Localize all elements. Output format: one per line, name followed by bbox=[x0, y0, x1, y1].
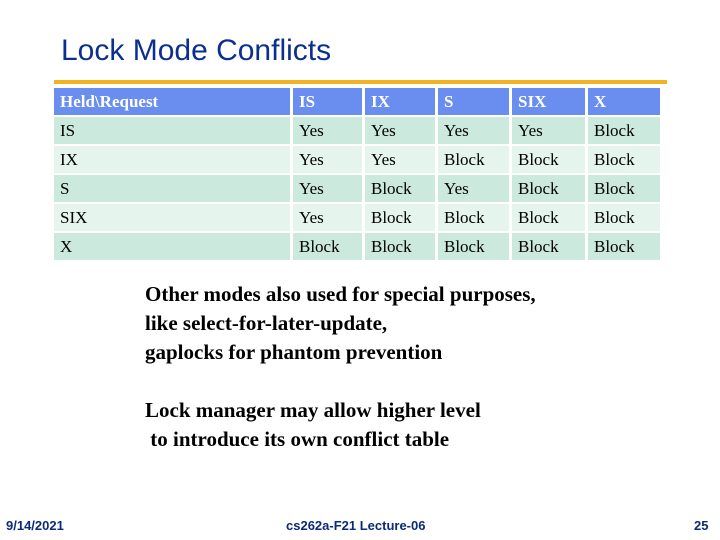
footer-date: 9/14/2021 bbox=[6, 518, 64, 533]
row-label-cell: S bbox=[54, 175, 290, 202]
table-cell: Block bbox=[512, 175, 585, 202]
title-underline-rule bbox=[54, 80, 667, 84]
footer-page-number: 25 bbox=[694, 518, 709, 533]
table-row: IS Yes Yes Yes Yes Block bbox=[54, 117, 660, 144]
table-cell: Block bbox=[438, 233, 509, 260]
table-cell: Block bbox=[512, 204, 585, 231]
table-cell: Block bbox=[512, 233, 585, 260]
header-cell: SIX bbox=[512, 88, 585, 115]
row-label-cell: X bbox=[54, 233, 290, 260]
table-cell: Block bbox=[588, 117, 660, 144]
row-label-cell: IS bbox=[54, 117, 290, 144]
table-cell: Yes bbox=[438, 175, 509, 202]
table-cell: Yes bbox=[438, 117, 509, 144]
table-header-row: Held\Request IS IX S SIX X bbox=[54, 88, 660, 115]
table-cell: Yes bbox=[293, 117, 362, 144]
table-cell: Yes bbox=[512, 117, 585, 144]
row-label-cell: IX bbox=[54, 146, 290, 173]
table-cell: Yes bbox=[365, 146, 435, 173]
table-cell: Block bbox=[588, 146, 660, 173]
row-label-cell: SIX bbox=[54, 204, 290, 231]
header-cell: Held\Request bbox=[54, 88, 290, 115]
footer-course-label: cs262a-F21 Lecture-06 bbox=[286, 518, 426, 533]
table-cell: Block bbox=[438, 146, 509, 173]
note-line: gaplocks for phantom prevention bbox=[145, 340, 443, 364]
header-cell: IS bbox=[293, 88, 362, 115]
note-line: Other modes also used for special purpos… bbox=[145, 282, 536, 306]
table-cell: Block bbox=[365, 233, 435, 260]
note-line: like select-for-later-update, bbox=[145, 311, 388, 335]
table-row: S Yes Block Yes Block Block bbox=[54, 175, 660, 202]
slide-title: Lock Mode Conflicts bbox=[61, 34, 332, 67]
header-cell: IX bbox=[365, 88, 435, 115]
table-cell: Yes bbox=[365, 117, 435, 144]
lock-conflict-table: Held\Request IS IX S SIX X IS Yes Yes Ye… bbox=[51, 86, 663, 262]
table-cell: Yes bbox=[293, 146, 362, 173]
table-row: IX Yes Yes Block Block Block bbox=[54, 146, 660, 173]
table-cell: Block bbox=[588, 204, 660, 231]
table-cell: Block bbox=[588, 175, 660, 202]
table-cell: Block bbox=[365, 175, 435, 202]
note-line: to introduce its own conflict table bbox=[145, 427, 450, 451]
header-cell: X bbox=[588, 88, 660, 115]
header-cell: S bbox=[438, 88, 509, 115]
table-row: SIX Yes Block Block Block Block bbox=[54, 204, 660, 231]
table-cell: Block bbox=[588, 233, 660, 260]
table-cell: Block bbox=[512, 146, 585, 173]
table-cell: Yes bbox=[293, 175, 362, 202]
table-cell: Block bbox=[365, 204, 435, 231]
table-cell: Block bbox=[293, 233, 362, 260]
table-cell: Yes bbox=[293, 204, 362, 231]
table-cell: Block bbox=[438, 204, 509, 231]
notes-text: Other modes also used for special purpos… bbox=[145, 280, 536, 454]
table-row: X Block Block Block Block Block bbox=[54, 233, 660, 260]
note-line: Lock manager may allow higher level bbox=[145, 398, 481, 422]
